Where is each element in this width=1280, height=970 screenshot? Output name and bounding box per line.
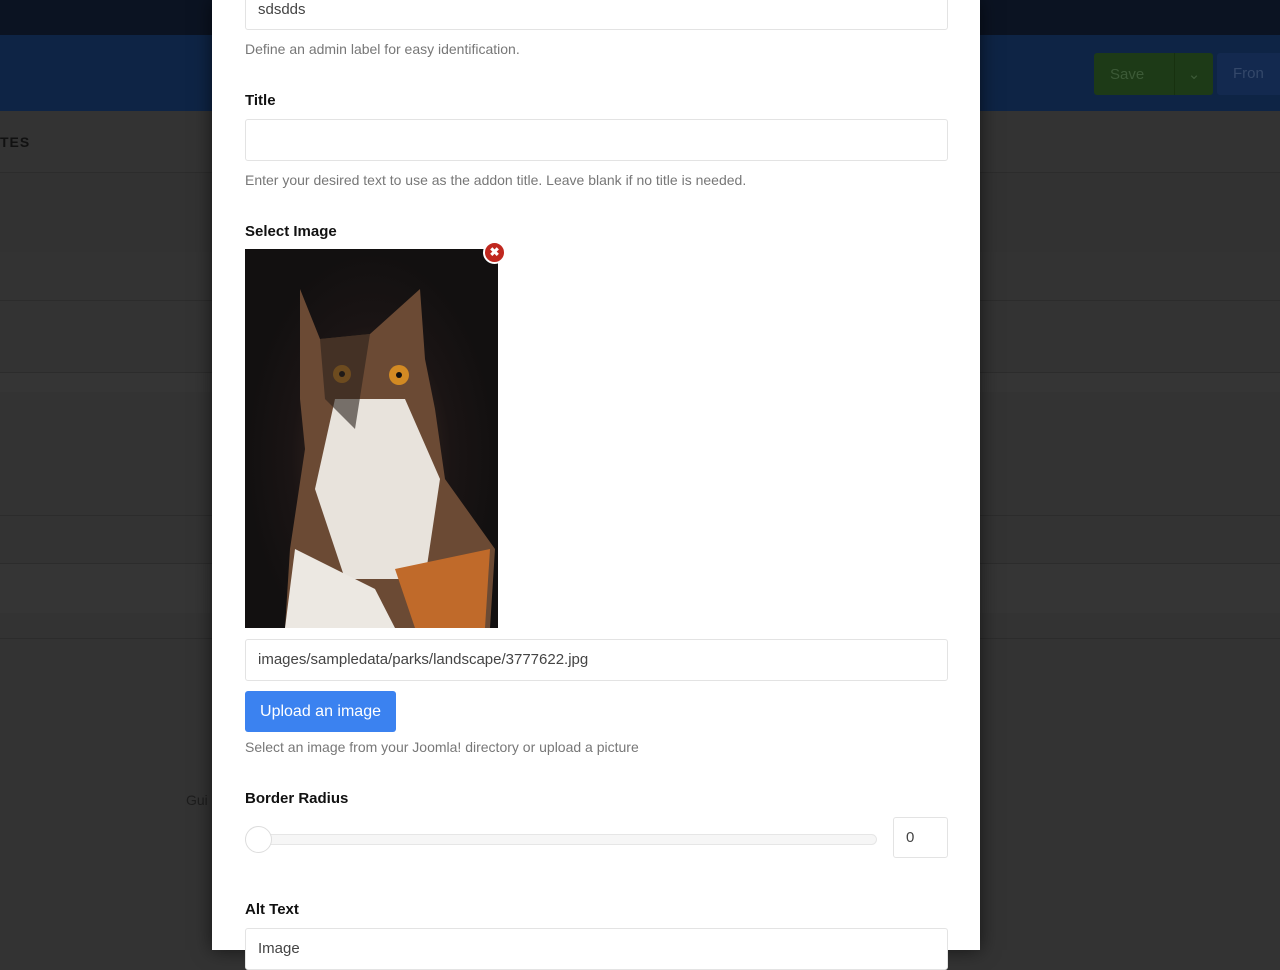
upload-image-button[interactable]: Upload an image xyxy=(245,691,396,732)
chevron-down-icon[interactable]: ⌄ xyxy=(1174,53,1213,95)
select-image-help: Select an image from your Joomla! direct… xyxy=(245,739,639,755)
border-radius-input[interactable]: 0 xyxy=(893,817,948,858)
title-input[interactable] xyxy=(245,119,948,161)
title-label: Title xyxy=(245,92,276,109)
admin-label-help: Define an admin label for easy identific… xyxy=(245,41,520,57)
addon-settings-modal: sdsdds Define an admin label for easy id… xyxy=(212,0,980,970)
guide-text: Gui xyxy=(186,792,208,808)
border-radius-label: Border Radius xyxy=(245,790,349,807)
frontend-editor-button[interactable]: Fron xyxy=(1217,53,1280,95)
admin-label-input[interactable]: sdsdds xyxy=(245,0,948,30)
save-label: Save xyxy=(1110,65,1145,83)
alt-text-label: Alt Text xyxy=(245,901,299,918)
slider-handle[interactable] xyxy=(245,826,272,853)
section-heading: TES xyxy=(0,134,31,150)
image-path-input[interactable]: images/sampledata/parks/landscape/377762… xyxy=(245,639,948,681)
save-button[interactable]: Save ⌄ xyxy=(1094,53,1213,95)
remove-image-button[interactable]: ✖ xyxy=(483,241,506,264)
select-image-label: Select Image xyxy=(245,223,337,240)
border-radius-slider[interactable] xyxy=(245,834,877,845)
close-icon: ✖ xyxy=(489,245,500,259)
selected-image-preview xyxy=(245,249,498,628)
title-help: Enter your desired text to use as the ad… xyxy=(245,172,747,188)
alt-text-input[interactable]: Image xyxy=(245,928,948,970)
